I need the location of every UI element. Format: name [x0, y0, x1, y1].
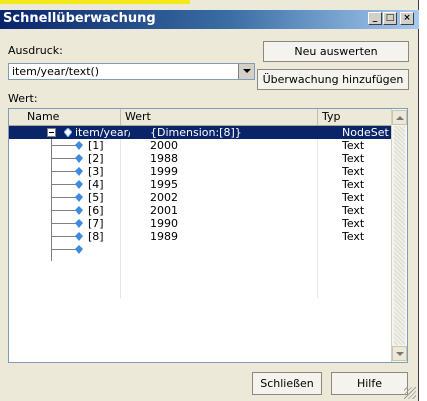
row-value: 1990 [150, 217, 178, 230]
row-type: Text [342, 178, 365, 191]
title-bar[interactable]: Schnellüberwachung _ □ × [0, 10, 419, 29]
scroll-track[interactable] [394, 126, 405, 345]
help-button[interactable]: Hilfe [331, 372, 408, 395]
table-row[interactable] [9, 243, 392, 256]
title-highlight [0, 0, 190, 4]
scroll-down-icon[interactable] [392, 346, 407, 361]
text-node-icon [75, 141, 83, 150]
expression-combobox[interactable]: item/year/text() [8, 63, 255, 80]
nodeset-icon [64, 128, 72, 137]
text-node-icon [75, 180, 83, 189]
tree-line [51, 249, 77, 250]
row-type: Text [342, 152, 365, 165]
row-value: 1995 [150, 178, 178, 191]
tree-line [51, 223, 77, 224]
quick-watch-dialog: Schnellüberwachung _ □ × Ausdruck: item/… [0, 0, 419, 401]
column-header-type[interactable]: Typ [318, 109, 392, 125]
chevron-down-icon[interactable] [238, 64, 254, 79]
text-node-icon [75, 167, 83, 176]
text-node-icon [75, 245, 83, 254]
table-row[interactable]: [7] 1990 Text [9, 217, 392, 230]
row-name: [3] [88, 165, 104, 178]
row-type: Text [342, 217, 365, 230]
table-header: Name Wert Typ [9, 109, 407, 126]
row-value: 2000 [150, 139, 178, 152]
row-type: Text [342, 139, 365, 152]
row-name: [6] [88, 204, 104, 217]
table-row[interactable]: [1] 2000 Text [9, 139, 392, 152]
row-type: Text [342, 165, 365, 178]
vertical-scrollbar[interactable] [391, 109, 407, 362]
table-row[interactable]: [2] 1988 Text [9, 152, 392, 165]
tree-line [51, 184, 77, 185]
table-row[interactable]: [4] 1995 Text [9, 178, 392, 191]
text-node-icon [75, 193, 83, 202]
maximize-button[interactable]: □ [383, 12, 397, 25]
scroll-up-icon[interactable] [392, 110, 407, 125]
minimize-button[interactable]: _ [368, 12, 382, 25]
collapse-icon[interactable] [47, 128, 56, 137]
value-label: Wert: [8, 92, 38, 105]
resize-grip-icon[interactable] [404, 387, 416, 399]
row-name: [1] [88, 139, 104, 152]
text-node-icon [75, 232, 83, 241]
tree-line [51, 158, 77, 159]
row-value: 2002 [150, 191, 178, 204]
close-button[interactable]: Schließen [252, 372, 322, 395]
row-name: [5] [88, 191, 104, 204]
row-value: 1988 [150, 152, 178, 165]
text-node-icon [75, 154, 83, 163]
add-watch-button[interactable]: Überwachung hinzufügen [257, 69, 409, 90]
column-header-value[interactable]: Wert [121, 109, 318, 125]
expression-label: Ausdruck: [8, 44, 63, 57]
table-row[interactable]: [8] 1989 Text [9, 230, 392, 243]
reevaluate-button[interactable]: Neu auswerten [263, 41, 409, 62]
tree-root-row[interactable]: item/year/te {Dimension:[8]} NodeSet [9, 126, 392, 139]
table-row[interactable]: [3] 1999 Text [9, 165, 392, 178]
value-tree-table[interactable]: Name Wert Typ item/year/te {Dimension:[8… [8, 108, 408, 363]
root-type: NodeSet [342, 126, 389, 139]
row-name: [2] [88, 152, 104, 165]
table-row[interactable]: [5] 2002 Text [9, 191, 392, 204]
row-name: [8] [88, 230, 104, 243]
column-header-name[interactable]: Name [23, 109, 121, 125]
row-type: Text [342, 230, 365, 243]
row-type: Text [342, 191, 365, 204]
row-type: Text [342, 204, 365, 217]
row-value: 1999 [150, 165, 178, 178]
text-node-icon [75, 206, 83, 215]
tree-line [51, 210, 77, 211]
tree-line [51, 197, 77, 198]
row-name: [7] [88, 217, 104, 230]
table-row[interactable]: [6] 2001 Text [9, 204, 392, 217]
row-value: 2001 [150, 204, 178, 217]
text-node-icon [75, 219, 83, 228]
tree-line [51, 145, 77, 146]
root-name: item/year/te [75, 126, 130, 139]
close-window-button[interactable]: × [400, 12, 414, 25]
root-value: {Dimension:[8]} [150, 126, 242, 139]
expression-input[interactable]: item/year/text() [12, 65, 99, 78]
tree-line [51, 171, 77, 172]
row-name: [4] [88, 178, 104, 191]
row-value: 1989 [150, 230, 178, 243]
tree-line [51, 236, 77, 237]
window-title: Schnellüberwachung [3, 11, 156, 26]
